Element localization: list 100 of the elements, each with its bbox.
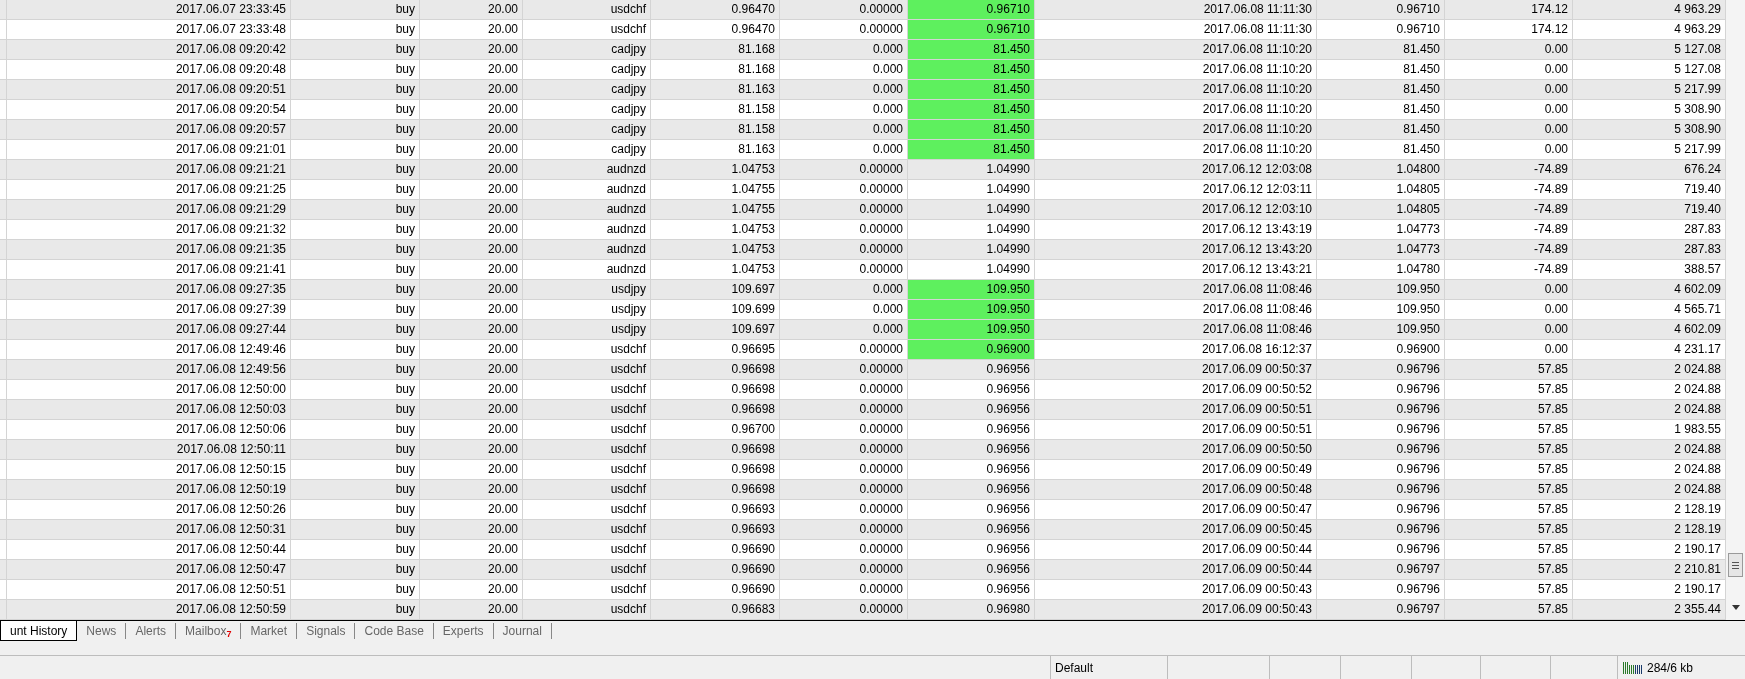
table-cell: 57.85 [1445,480,1573,499]
table-cell: 57.85 [1445,580,1573,599]
table-cell: 0.96796 [1317,480,1445,499]
table-cell: 20.00 [420,140,523,159]
table-cell: 0.96796 [1317,540,1445,559]
table-cell: 0.96796 [1317,460,1445,479]
table-cell: 2017.06.09 00:50:44 [1035,560,1317,579]
table-cell: 0.96710 [1317,0,1445,19]
tab[interactable]: unt History [0,621,78,641]
table-cell: 0.00 [1445,280,1573,299]
table-cell: 0.96956 [908,580,1035,599]
scroll-down-arrow-icon[interactable] [1731,605,1740,610]
table-cell: 2017.06.08 11:08:46 [1035,280,1317,299]
table-cell: 20.00 [420,40,523,59]
table-cell: 0.00000 [780,380,908,399]
table-cell: 0.00 [1445,60,1573,79]
table-cell: 2017.06.12 12:03:08 [1035,160,1317,179]
tab[interactable]: Code Base [355,623,434,639]
table-cell: 2017.06.08 09:21:32 [7,220,291,239]
table-cell: 2017.06.09 00:50:43 [1035,600,1317,619]
table-cell: 1.04753 [651,160,780,179]
profile-label: Default [1055,659,1094,677]
table-cell: buy [291,80,420,99]
table-cell: 0.00000 [780,480,908,499]
table-cell: -74.89 [1445,180,1573,199]
table-cell: usdchf [523,420,651,439]
table-cell: buy [291,200,420,219]
table-cell: 0.00 [1445,300,1573,319]
table-cell: 0.00000 [780,260,908,279]
table-cell: 2017.06.08 09:27:44 [7,320,291,339]
table-cell: 0.96710 [1317,20,1445,39]
table-cell: 2017.06.08 12:50:59 [7,600,291,619]
table-cell: 2017.06.09 00:50:51 [1035,400,1317,419]
table-cell: 81.450 [1317,80,1445,99]
table-cell: buy [291,380,420,399]
table-cell: 0.96796 [1317,500,1445,519]
table-cell: 2017.06.12 13:43:20 [1035,240,1317,259]
table-cell: 0.96796 [1317,520,1445,539]
table-cell: 0.96956 [908,460,1035,479]
table-cell: 57.85 [1445,600,1573,619]
table-cell: usdchf [523,440,651,459]
table-cell: 0.96956 [908,360,1035,379]
table-cell: 1.04990 [908,240,1035,259]
tab[interactable]: Alerts [126,623,177,639]
table-cell: 2017.06.12 13:43:19 [1035,220,1317,239]
table-cell: buy [291,560,420,579]
table-cell: 0.96956 [908,480,1035,499]
table-cell: 0.96796 [1317,440,1445,459]
table-cell: 0.96470 [651,0,780,19]
table-cell: buy [291,320,420,339]
table-cell: 1.04990 [908,200,1035,219]
table-cell: 0.00000 [780,160,908,179]
table-cell: 0.00 [1445,120,1573,139]
table-cell: 2017.06.08 11:08:46 [1035,320,1317,339]
table-cell: 0.96693 [651,500,780,519]
tab[interactable]: Signals [297,623,356,639]
table-cell: 57.85 [1445,540,1573,559]
table-cell: 20.00 [420,380,523,399]
table-cell: 0.96956 [908,520,1035,539]
table-cell: 20.00 [420,120,523,139]
table-cell: usdchf [523,540,651,559]
table-cell: 2017.06.08 09:21:25 [7,180,291,199]
table-cell: 109.950 [1317,320,1445,339]
table-cell: 2017.06.08 11:11:30 [1035,20,1317,39]
table-cell: 2017.06.09 00:50:44 [1035,540,1317,559]
table-cell: 81.450 [908,60,1035,79]
table-cell: 81.450 [1317,40,1445,59]
table-cell: buy [291,40,420,59]
table-cell: 81.450 [1317,120,1445,139]
table-cell: buy [291,360,420,379]
table-cell: 20.00 [420,480,523,499]
table-cell: usdchf [523,0,651,19]
table-cell: 0.96698 [651,460,780,479]
tab[interactable]: News [77,623,127,639]
table-cell: 20.00 [420,440,523,459]
table-cell: 81.450 [908,80,1035,99]
table-cell: 0.00000 [780,580,908,599]
table-cell: 2017.06.08 09:20:54 [7,100,291,119]
tab[interactable]: Experts [433,623,494,639]
table-cell: buy [291,580,420,599]
table-cell: 57.85 [1445,500,1573,519]
table-cell: 2017.06.08 09:21:21 [7,160,291,179]
table-cell: 2017.06.08 12:50:44 [7,540,291,559]
table-cell: 2017.06.09 00:50:49 [1035,460,1317,479]
table-cell: 174.12 [1445,20,1573,39]
table-cell: 0.96956 [908,420,1035,439]
tab[interactable]: Journal [493,623,552,639]
tab[interactable]: Market [241,623,298,639]
table-cell: 2017.06.08 11:10:20 [1035,100,1317,119]
table-cell: 57.85 [1445,440,1573,459]
table-cell: 20.00 [420,0,523,19]
table-cell: buy [291,440,420,459]
table-cell: 81.158 [651,100,780,119]
scrollbar[interactable] [1726,0,1745,620]
table-cell: cadjpy [523,60,651,79]
table-cell: 20.00 [420,100,523,119]
table-cell: 109.950 [908,280,1035,299]
scrollbar-thumb[interactable] [1728,553,1743,577]
table-cell: 2017.06.08 11:10:20 [1035,60,1317,79]
table-cell: 1.04773 [1317,240,1445,259]
